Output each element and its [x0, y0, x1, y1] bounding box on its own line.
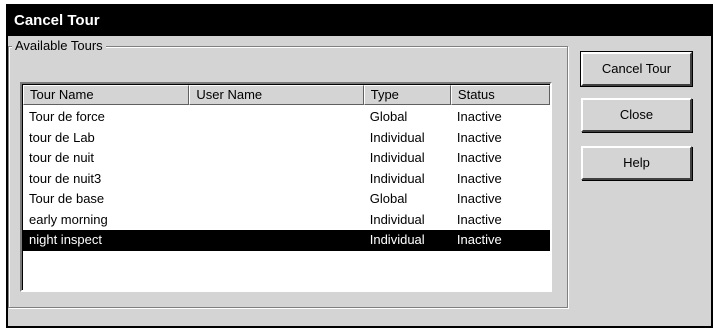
- type-cell: Global: [369, 191, 408, 206]
- table-row[interactable]: Tour de force Global Inactive: [23, 107, 550, 128]
- status-cell: Inactive: [456, 109, 502, 124]
- user-name-cell: [189, 210, 363, 231]
- status-cell: Inactive: [456, 170, 502, 186]
- tour-name-cell: tour de nuit: [29, 150, 95, 165]
- user-name-cell: [189, 230, 363, 251]
- status-cell: Inactive: [456, 232, 502, 247]
- type-cell: Individual: [369, 170, 425, 186]
- available-tours-label: Available Tours: [12, 38, 106, 53]
- tour-name-cell: early morning: [29, 211, 108, 227]
- status-cell: Inactive: [456, 129, 502, 145]
- help-button[interactable]: Help: [581, 146, 692, 180]
- column-header-status[interactable]: Status: [450, 85, 550, 105]
- table-row-selected[interactable]: night inspect Individual Inactive: [23, 230, 550, 251]
- tours-list-body: Tour Name User Name Type Status Tour de …: [22, 84, 550, 290]
- tour-name-cell: night inspect: [29, 232, 102, 247]
- status-cell: Inactive: [456, 150, 502, 165]
- type-cell: Individual: [369, 129, 425, 145]
- column-header-user-name[interactable]: User Name: [189, 85, 364, 105]
- type-cell: Global: [369, 109, 408, 124]
- tour-name-cell: tour de nuit3: [29, 170, 102, 186]
- tours-list[interactable]: Tour Name User Name Type Status Tour de …: [20, 82, 552, 292]
- table-row[interactable]: early morning Individual Inactive: [23, 210, 550, 231]
- table-row[interactable]: tour de Lab Individual Inactive: [23, 128, 550, 149]
- type-cell: Individual: [369, 232, 425, 247]
- user-name-cell: [189, 107, 363, 128]
- user-name-cell: [189, 169, 363, 190]
- status-cell: Inactive: [456, 191, 502, 206]
- tours-list-header: Tour Name User Name Type Status: [23, 85, 550, 105]
- dialog-title[interactable]: Cancel Tour: [8, 6, 711, 36]
- type-cell: Individual: [369, 150, 425, 165]
- column-header-type[interactable]: Type: [363, 85, 451, 105]
- table-row[interactable]: Tour de base Global Inactive: [23, 189, 550, 210]
- tours-rows: Tour de force Global Inactive tour de La…: [23, 107, 550, 251]
- tour-name-cell: Tour de base: [29, 191, 105, 206]
- close-button[interactable]: Close: [581, 98, 692, 132]
- tour-name-cell: Tour de force: [29, 109, 105, 124]
- status-cell: Inactive: [456, 211, 502, 227]
- user-name-cell: [189, 128, 363, 149]
- user-name-cell: [189, 189, 363, 210]
- cancel-tour-button[interactable]: Cancel Tour: [580, 51, 693, 87]
- tour-name-cell: tour de Lab: [29, 129, 95, 145]
- type-cell: Individual: [369, 211, 425, 227]
- table-row[interactable]: tour de nuit3 Individual Inactive: [23, 169, 550, 190]
- table-row[interactable]: tour de nuit Individual Inactive: [23, 148, 550, 169]
- user-name-cell: [189, 148, 363, 169]
- column-header-tour-name[interactable]: Tour Name: [23, 85, 190, 105]
